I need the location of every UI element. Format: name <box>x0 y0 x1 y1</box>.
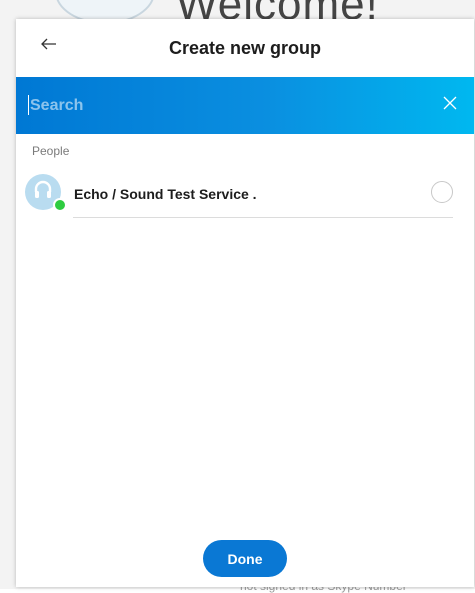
presence-online-indicator <box>53 198 67 212</box>
select-contact-checkbox[interactable] <box>431 181 453 203</box>
headset-icon <box>32 179 54 206</box>
row-divider <box>73 217 453 218</box>
done-button[interactable]: Done <box>203 540 287 577</box>
clear-search-button[interactable] <box>440 95 460 115</box>
text-cursor <box>28 95 29 115</box>
contact-name: Echo / Sound Test Service . <box>74 186 257 202</box>
create-group-dialog: Create new group People Echo / Sound <box>16 19 474 587</box>
back-button[interactable] <box>38 34 60 58</box>
contact-row[interactable]: Echo / Sound Test Service . <box>16 170 474 218</box>
search-input[interactable] <box>28 91 412 121</box>
arrow-left-icon <box>41 37 57 55</box>
dialog-header: Create new group <box>16 19 474 77</box>
dialog-title: Create new group <box>168 37 322 58</box>
section-label-people: People <box>32 144 70 158</box>
search-bar <box>16 77 474 134</box>
close-icon <box>443 96 457 115</box>
